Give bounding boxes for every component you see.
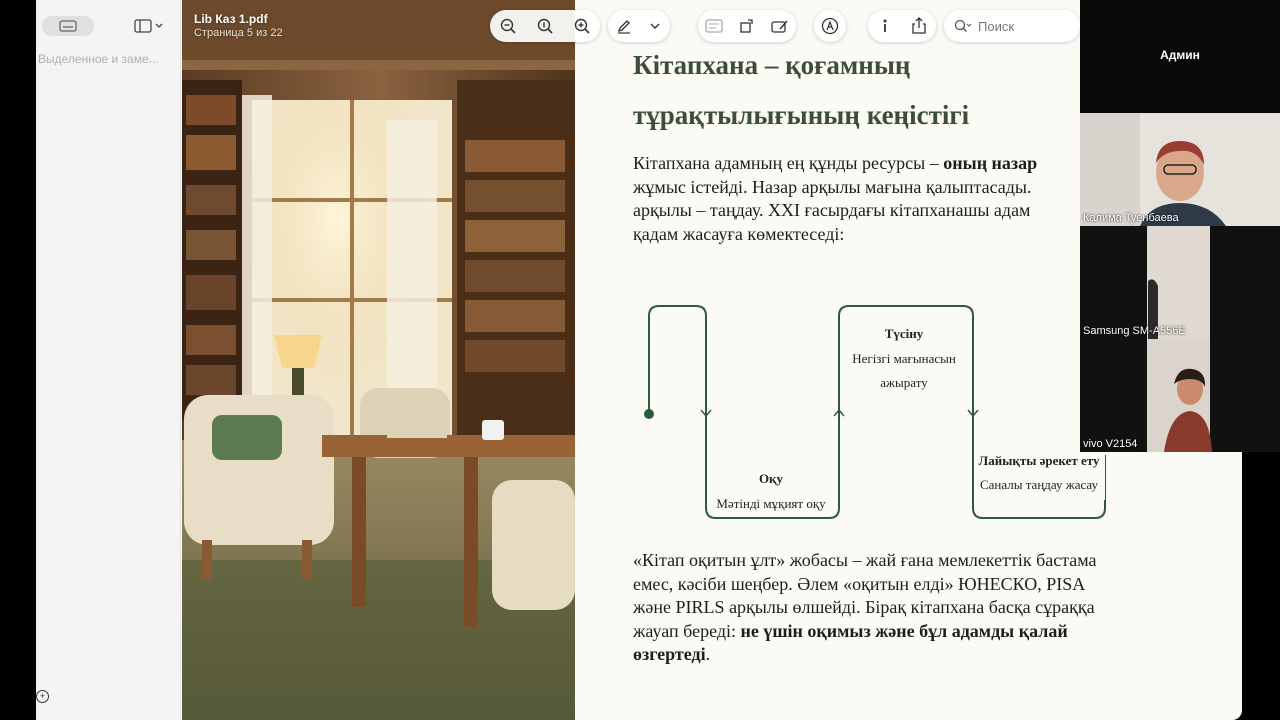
edit-tools [698, 10, 796, 42]
view-mode-button[interactable] [134, 16, 174, 36]
inbox-tray-icon [59, 20, 77, 32]
participant-video [1080, 339, 1280, 452]
outro-bold-text: не үшін оқимыз және бұл адамды қалай [740, 620, 1068, 641]
video-panel: Админ Калима Туенбаева Samsung SM-A556E … [1080, 0, 1280, 452]
highlights-and-notes-label[interactable]: Выделенное и заме... [38, 52, 178, 66]
add-icon[interactable]: + [36, 690, 49, 703]
step-understand-title: Түсіну [884, 326, 924, 341]
library-photo [182, 0, 575, 720]
outro-text: «Кітап оқитын ұлт» жобасы – жай ғана мем… [633, 550, 1097, 570]
outro-text: және PIRLS арқылы өлшейді. Бірақ кітапха… [633, 597, 1095, 617]
participant-video [1080, 113, 1280, 226]
info-share-controls [868, 10, 936, 42]
rotate-icon[interactable] [737, 16, 757, 36]
accessibility-button[interactable] [814, 10, 846, 42]
sidebar: Выделенное и заме... + [36, 0, 181, 720]
participant-video [1080, 226, 1280, 339]
document-title: Lib Каз 1.pdf [194, 12, 268, 26]
outro-bold-text: өзгертеді [633, 644, 706, 664]
participant-name: Samsung SM-A556E [1083, 325, 1186, 337]
text-box-icon[interactable] [704, 16, 724, 36]
participant-name: Калима Туенбаева [1083, 212, 1179, 224]
step-understand-desc-1: Негізгі мағынасын [852, 351, 956, 366]
step-act-desc: Саналы таңдау жасау [979, 477, 1099, 492]
zoom-out-icon[interactable] [498, 16, 518, 36]
participant-tile[interactable]: vivo V2154 [1080, 339, 1280, 452]
outro-text: жауап береді: [633, 620, 741, 641]
step-understand-desc-2: ажырату [880, 375, 928, 390]
form-fill-icon[interactable] [770, 16, 790, 36]
host-name: Админ [1160, 48, 1200, 62]
preview-window: Выделенное и заме... + Кітапхана – қоғам… [36, 0, 1242, 720]
step-act-title: Лайықты әрекет ету [978, 453, 1100, 468]
outro-paragraph: «Кітап оқитын ұлт» жобасы – жай ғана мем… [633, 549, 1233, 667]
participant-tile[interactable]: Samsung SM-A556E [1080, 226, 1280, 339]
search-input[interactable] [978, 18, 1068, 34]
chevron-down-icon [155, 23, 163, 28]
step-read-desc: Мәтінді мұқият оқу [716, 496, 826, 511]
document-page-indicator: Страница 5 из 22 [194, 27, 283, 39]
sidebar-icon [134, 19, 152, 33]
search-field[interactable] [944, 10, 1080, 42]
toolbar: Lib Каз 1.pdf Страница 5 из 22 [134, 0, 1080, 50]
intro-text: Кітапхана адамның ең құнды ресурсы – [633, 153, 944, 173]
share-icon[interactable] [909, 16, 929, 36]
zoom-in-icon[interactable] [572, 16, 592, 36]
intro-bold-text: оның назар [943, 153, 1038, 173]
sidebar-toggle-button[interactable] [42, 16, 94, 36]
outro-text: емес, кәсіби шеңбер. Әлем «оқитын елді» … [633, 573, 1086, 594]
actual-size-icon[interactable] [535, 16, 555, 36]
participant-name: vivo V2154 [1083, 438, 1138, 450]
step-read-title: Оқу [758, 471, 784, 486]
info-icon[interactable] [875, 16, 895, 36]
start-dot [644, 409, 654, 419]
participant-tile[interactable]: Калима Туенбаева [1080, 113, 1280, 226]
markup-controls [608, 10, 670, 42]
annotate-icon [821, 17, 839, 35]
search-icon [954, 19, 972, 32]
pen-icon[interactable] [614, 16, 634, 36]
outro-text: . [705, 644, 711, 664]
chevron-down-icon[interactable] [645, 16, 665, 36]
zoom-controls [490, 10, 600, 42]
